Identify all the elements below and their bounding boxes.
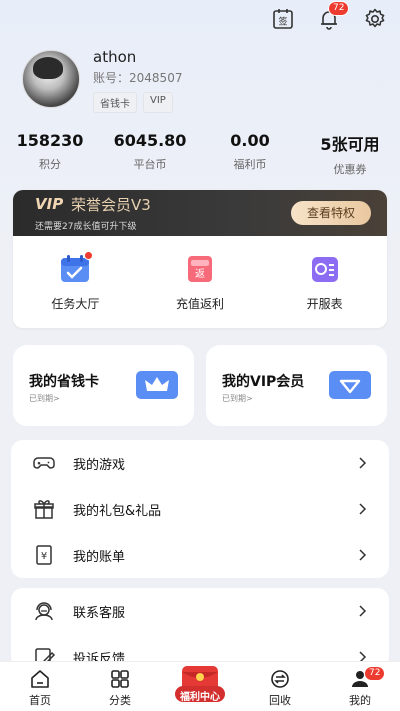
customer-service-icon — [31, 598, 57, 624]
stat-welfare-coins[interactable]: 0.00 福利币 — [200, 131, 300, 177]
welfare-center-label: 福利中心 — [180, 692, 220, 703]
quick-recharge-rebate[interactable]: 返 充值返利 — [138, 252, 263, 312]
stat-platform-coins[interactable]: 6045.80 平台币 — [100, 131, 200, 177]
stat-value: 6045.80 — [113, 131, 187, 150]
menu-list-secondary: 联系客服 投诉反馈 — [11, 588, 389, 668]
tab-recycle[interactable]: 回收 — [240, 662, 320, 711]
card-title: 我的VIP会员 — [222, 374, 305, 390]
quick-label: 开服表 — [306, 297, 343, 311]
stat-label: 平台币 — [133, 158, 167, 171]
menu-label: 联系客服 — [73, 605, 126, 621]
stat-points[interactable]: 158230 积分 — [0, 131, 100, 177]
svg-text:签: 签 — [278, 16, 287, 28]
bell-icon[interactable]: 72 — [316, 1, 350, 32]
recycle-icon — [269, 668, 291, 690]
view-privileges-button[interactable]: 查看特权 — [291, 201, 371, 225]
menu-my-gifts[interactable]: 我的礼包&礼品 — [11, 486, 389, 532]
top-icon-bar: 签 72 — [270, 1, 388, 32]
chevron-right-icon — [359, 549, 367, 561]
tag-savings-card: 省钱卡 — [93, 92, 137, 113]
menu-customer-service[interactable]: 联系客服 — [11, 588, 389, 634]
card-status: 已到期> — [222, 394, 253, 403]
menu-label: 我的游戏 — [73, 457, 126, 473]
bill-icon: ¥ — [31, 542, 57, 568]
notification-badge: 72 — [328, 1, 350, 16]
gear-icon[interactable] — [362, 6, 388, 32]
account-id-row: 账号：2048507 — [93, 69, 182, 86]
menu-label: 我的账单 — [73, 549, 126, 565]
home-icon — [29, 668, 51, 690]
tab-label: 我的 — [349, 694, 371, 707]
tab-profile[interactable]: 我的 72 — [320, 662, 400, 711]
vip-level: 荣誉会员V3 — [71, 196, 151, 214]
quick-server-list[interactable]: 开服表 — [262, 252, 387, 312]
svg-text:返: 返 — [195, 268, 205, 280]
card-status: 已到期> — [29, 394, 60, 403]
stat-label: 优惠券 — [333, 163, 367, 176]
svg-text:¥: ¥ — [41, 551, 47, 562]
account-id: 2048507 — [129, 71, 183, 85]
recharge-rebate-icon: 返 — [183, 252, 217, 286]
vip-diamond-icon — [329, 371, 371, 399]
avatar[interactable] — [22, 50, 80, 108]
crown-card-icon — [136, 371, 178, 399]
vip-logo: VIP — [35, 195, 64, 213]
chevron-right-icon — [359, 605, 367, 617]
stat-label: 福利币 — [233, 158, 267, 171]
menu-list-primary: 我的游戏 我的礼包&礼品 ¥ 我的账单 — [11, 440, 389, 578]
gamepad-icon — [31, 450, 57, 476]
stat-value: 5张可用 — [320, 135, 380, 154]
gift-icon — [31, 496, 57, 522]
welfare-center-icon[interactable]: 福利中心 — [174, 664, 226, 704]
vip-card: VIP 荣誉会员V3 还需要27成长值可升下级 查看特权 任务大厅 返 充值返利… — [13, 190, 387, 328]
savings-card-entry[interactable]: 我的省钱卡 已到期> — [13, 345, 194, 426]
profile-badge: 72 — [364, 666, 386, 681]
category-icon — [109, 668, 131, 690]
task-calendar-icon — [58, 251, 94, 286]
tab-home[interactable]: 首页 — [0, 662, 80, 711]
tab-label: 分类 — [109, 694, 131, 707]
quick-label: 充值返利 — [176, 297, 225, 311]
card-title: 我的省钱卡 — [29, 374, 99, 390]
vip-membership-entry[interactable]: 我的VIP会员 已到期> — [206, 345, 387, 426]
stat-value: 0.00 — [230, 131, 270, 150]
menu-my-games[interactable]: 我的游戏 — [11, 440, 389, 486]
tab-category[interactable]: 分类 — [80, 662, 160, 711]
stat-coupons[interactable]: 5张可用优惠券 — [300, 131, 400, 177]
vip-banner[interactable]: VIP 荣誉会员V3 还需要27成长值可升下级 查看特权 — [13, 190, 387, 236]
quick-label: 任务大厅 — [51, 297, 100, 311]
chevron-right-icon — [359, 503, 367, 515]
username: athon — [93, 48, 137, 66]
menu-my-bills[interactable]: ¥ 我的账单 — [11, 532, 389, 578]
tab-label: 回收 — [269, 694, 291, 707]
tag-vip: VIP — [143, 92, 173, 113]
profile-section: athon 账号：2048507 省钱卡 VIP — [22, 48, 182, 113]
chevron-right-icon — [359, 457, 367, 469]
stat-label: 积分 — [39, 158, 61, 171]
sign-in-icon[interactable]: 签 — [270, 6, 296, 32]
stat-value: 158230 — [16, 131, 84, 150]
vip-progress-text: 还需要27成长值可升下级 — [35, 222, 137, 232]
account-label: 账号： — [93, 71, 130, 85]
quick-task-hall[interactable]: 任务大厅 — [13, 251, 138, 312]
menu-label: 我的礼包&礼品 — [73, 503, 162, 519]
tab-label: 首页 — [29, 694, 51, 707]
stats-row: 158230 积分 6045.80 平台币 0.00 福利币 5张可用优惠券 — [0, 131, 400, 177]
server-list-icon — [308, 252, 342, 286]
